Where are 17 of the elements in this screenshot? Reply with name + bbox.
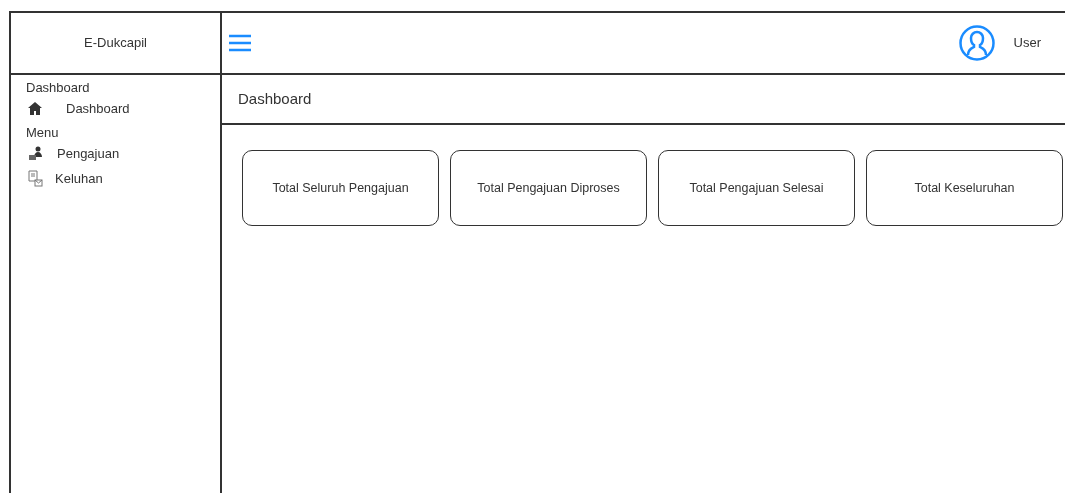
sidebar-heading: Dashboard — [26, 80, 91, 96]
user-name: User — [1013, 34, 1041, 53]
stat-card: Total Keseluruhan — [866, 150, 1063, 226]
stat-card: Total Pengajuan Diproses — [450, 150, 647, 226]
user-avatar-icon[interactable] — [958, 25, 995, 61]
stat-card: Total Seluruh Pengajuan — [242, 150, 439, 226]
app-title: E-Dukcapil — [84, 34, 147, 53]
document-icon — [28, 170, 43, 187]
menu-icon[interactable] — [229, 34, 251, 52]
sidebar-item[interactable]: Dashboard — [26, 96, 220, 121]
stat-card: Total Pengajuan Selesai — [658, 150, 855, 226]
sidebar-heading: Menu — [26, 125, 60, 141]
page-title: Dashboard — [238, 88, 312, 109]
sidebar-item[interactable]: Keluhan — [26, 166, 220, 191]
people-icon — [28, 146, 45, 161]
sidebar-item[interactable]: Pengajuan — [26, 141, 220, 166]
house-icon — [28, 102, 42, 115]
